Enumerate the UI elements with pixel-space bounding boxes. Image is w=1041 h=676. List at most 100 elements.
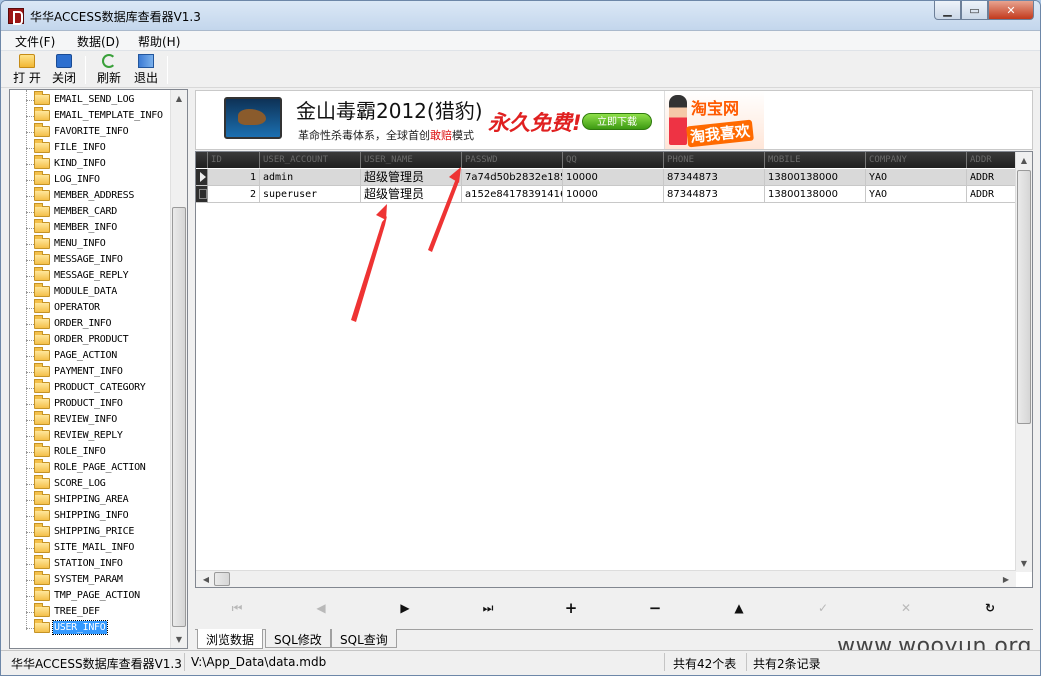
tree-item[interactable]: PRODUCT_CATEGORY: [10, 379, 170, 396]
tree-item[interactable]: FAVORITE_INFO: [10, 123, 170, 140]
tree-item[interactable]: SITE_MAIL_INFO: [10, 539, 170, 556]
tree-item[interactable]: EMAIL_SEND_LOG: [10, 91, 170, 108]
tree-item[interactable]: ROLE_PAGE_ACTION: [10, 459, 170, 476]
post-record-button[interactable]: ✓: [811, 599, 835, 617]
tab-sql-query[interactable]: SQL查询: [331, 629, 397, 648]
scroll-right-arrow[interactable]: ▶: [998, 571, 1014, 587]
tree-item[interactable]: SCORE_LOG: [10, 475, 170, 492]
exit-button[interactable]: 退出: [131, 54, 161, 86]
data-grid[interactable]: ID USER_ACCOUNT USER_NAME PASSWD QQ PHON…: [195, 151, 1033, 588]
tree-item[interactable]: LOG_INFO: [10, 171, 170, 188]
menu-data[interactable]: 数据(D): [75, 33, 122, 50]
column-header[interactable]: PHONE: [664, 152, 765, 168]
tree-item[interactable]: MENU_INFO: [10, 235, 170, 252]
cell-qq[interactable]: 10000: [563, 169, 664, 186]
column-header[interactable]: COMPANY: [866, 152, 967, 168]
cell-mobile[interactable]: 13800138000: [765, 169, 866, 186]
tree-item[interactable]: PAYMENT_INFO: [10, 363, 170, 380]
column-header[interactable]: ADDR: [967, 152, 1018, 168]
first-record-button[interactable]: ⏮: [225, 599, 249, 617]
tree-item[interactable]: MESSAGE_INFO: [10, 251, 170, 268]
tab-browse-data[interactable]: 浏览数据: [197, 629, 264, 649]
tree-item[interactable]: MEMBER_INFO: [10, 219, 170, 236]
tree-item[interactable]: USER_INFO: [10, 619, 170, 636]
next-record-button[interactable]: ▶: [393, 599, 417, 617]
edit-record-button[interactable]: ▲: [727, 599, 751, 617]
cell-phone[interactable]: 87344873: [664, 169, 765, 186]
tree-item[interactable]: SHIPPING_AREA: [10, 491, 170, 508]
tree-item[interactable]: STATION_INFO: [10, 555, 170, 572]
column-header[interactable]: USER_ACCOUNT: [260, 152, 361, 168]
cell-phone[interactable]: 87344873: [664, 186, 765, 203]
cell-company[interactable]: YAO: [866, 186, 967, 203]
column-header[interactable]: PASSWD: [462, 152, 563, 168]
tree-item[interactable]: SHIPPING_PRICE: [10, 523, 170, 540]
scroll-down-arrow[interactable]: ▼: [171, 631, 187, 648]
close-file-button[interactable]: 关闭: [49, 54, 79, 86]
cancel-edit-button[interactable]: ✕: [894, 599, 918, 617]
tree-item[interactable]: MODULE_DATA: [10, 283, 170, 300]
menu-help[interactable]: 帮助(H): [136, 33, 182, 50]
tree-item[interactable]: PAGE_ACTION: [10, 347, 170, 364]
scroll-left-arrow[interactable]: ◀: [198, 571, 214, 587]
refresh-data-button[interactable]: ↻: [978, 599, 1002, 617]
cell-id[interactable]: 1: [208, 169, 260, 186]
ad-banner[interactable]: 金山毒霸2012(猎豹) 革命性杀毒体系，全球首创敢赔模式 永久免费! 立即下载…: [195, 90, 1033, 150]
cell-account[interactable]: superuser: [260, 186, 361, 203]
cell-passwd[interactable]: 7a74d50b2832e185: [462, 169, 563, 186]
cell-company[interactable]: YAO: [866, 169, 967, 186]
column-header[interactable]: USER_NAME: [361, 152, 462, 168]
row-indicator[interactable]: [196, 186, 208, 203]
delete-record-button[interactable]: −: [643, 599, 667, 617]
cell-addr[interactable]: ADDR: [967, 186, 1018, 203]
open-button[interactable]: 打 开: [10, 54, 44, 86]
refresh-button[interactable]: 刷新: [94, 54, 124, 86]
title-bar[interactable]: 华华ACCESS数据库查看器V1.3 ▁ ▭ ✕: [1, 1, 1040, 31]
tree-item[interactable]: KIND_INFO: [10, 155, 170, 172]
tree-item[interactable]: TREE_DEF: [10, 603, 170, 620]
column-header[interactable]: QQ: [563, 152, 664, 168]
row-indicator[interactable]: [196, 169, 208, 186]
tree-item[interactable]: REVIEW_REPLY: [10, 427, 170, 444]
tree-item[interactable]: ORDER_INFO: [10, 315, 170, 332]
cell-id[interactable]: 2: [208, 186, 260, 203]
ad-download-button[interactable]: 立即下载: [582, 113, 652, 130]
tree-item[interactable]: OPERATOR: [10, 299, 170, 316]
grid-vertical-scrollbar[interactable]: ▲ ▼: [1015, 152, 1032, 572]
scroll-thumb[interactable]: [1017, 170, 1031, 424]
tree-item[interactable]: MEMBER_ADDRESS: [10, 187, 170, 204]
table-row[interactable]: 2 superuser 超级管理员 a152e84178391416 10000…: [196, 186, 1018, 203]
last-record-button[interactable]: ⏭: [476, 599, 500, 617]
table-row[interactable]: 1 admin 超级管理员 7a74d50b2832e185 10000 873…: [196, 169, 1018, 186]
scroll-up-arrow[interactable]: ▲: [171, 90, 187, 107]
tree-item[interactable]: ORDER_PRODUCT: [10, 331, 170, 348]
scroll-down-arrow[interactable]: ▼: [1016, 555, 1032, 572]
tree-item[interactable]: MEMBER_CARD: [10, 203, 170, 220]
cell-account[interactable]: admin: [260, 169, 361, 186]
scroll-thumb[interactable]: [214, 572, 230, 586]
tree-item[interactable]: SYSTEM_PARAM: [10, 571, 170, 588]
tree-item[interactable]: MESSAGE_REPLY: [10, 267, 170, 284]
tree-item[interactable]: SHIPPING_INFO: [10, 507, 170, 524]
tree-item[interactable]: PRODUCT_INFO: [10, 395, 170, 412]
scroll-thumb[interactable]: [172, 207, 186, 627]
cell-qq[interactable]: 10000: [563, 186, 664, 203]
tab-sql-modify[interactable]: SQL修改: [265, 629, 331, 648]
tree-item[interactable]: EMAIL_TEMPLATE_INFO: [10, 107, 170, 124]
cell-passwd[interactable]: a152e84178391416: [462, 186, 563, 203]
tree-item[interactable]: TMP_PAGE_ACTION: [10, 587, 170, 604]
minimize-button[interactable]: ▁: [934, 1, 961, 20]
scroll-up-arrow[interactable]: ▲: [1016, 152, 1032, 169]
tree-item[interactable]: FILE_INFO: [10, 139, 170, 156]
menu-file[interactable]: 文件(F): [13, 33, 57, 50]
insert-record-button[interactable]: +: [559, 599, 583, 617]
close-window-button[interactable]: ✕: [988, 1, 1034, 20]
column-header[interactable]: ID: [208, 152, 260, 168]
cell-name[interactable]: 超级管理员: [361, 186, 462, 203]
cell-addr[interactable]: ADDR: [967, 169, 1018, 186]
grid-horizontal-scrollbar[interactable]: ◀ ▶: [196, 570, 1016, 587]
column-header[interactable]: MOBILE: [765, 152, 866, 168]
tree-item[interactable]: REVIEW_INFO: [10, 411, 170, 428]
tree-item[interactable]: ROLE_INFO: [10, 443, 170, 460]
tree-scrollbar[interactable]: ▲ ▼: [170, 90, 187, 648]
